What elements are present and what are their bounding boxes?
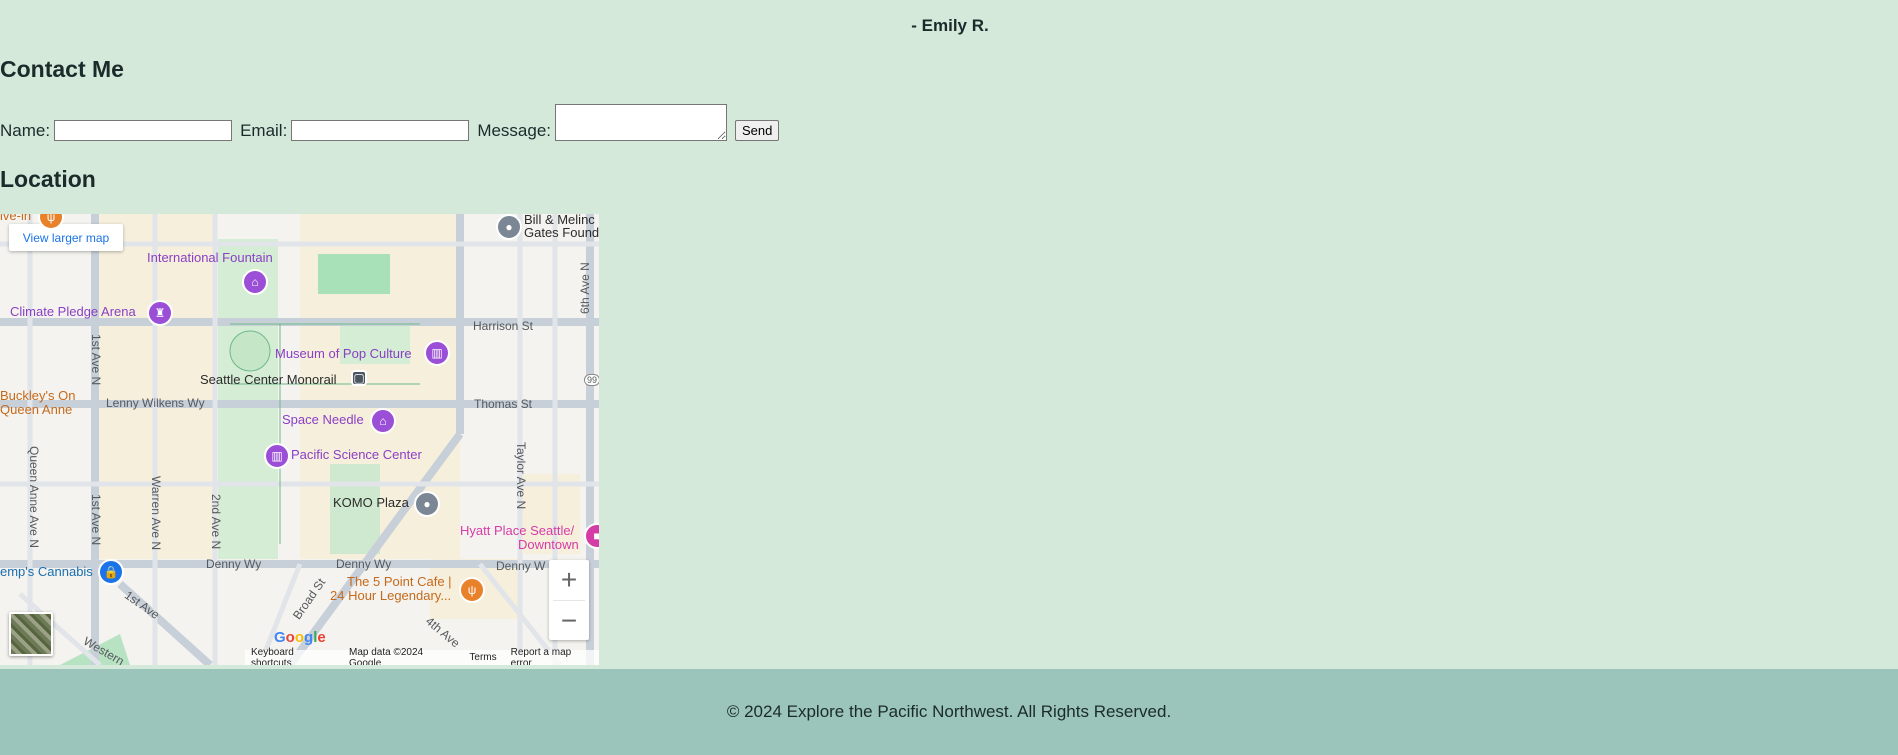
contact-heading: Contact Me — [0, 56, 124, 82]
label-kemps-cannabis: emp's Cannabis — [0, 564, 93, 579]
label-bill-gates-2: Gates Found — [524, 225, 599, 240]
report-map-error-link[interactable]: Report a map error — [511, 647, 593, 666]
label-queen-anne-ave-n: Queen Anne Ave N — [27, 446, 41, 548]
zoom-out-button[interactable]: − — [549, 601, 589, 641]
label-five-point-2: 24 Hour Legendary... — [330, 588, 452, 603]
label-route-99: 99 — [584, 374, 599, 386]
label-climate-pledge-arena: Climate Pledge Arena — [10, 304, 136, 319]
testimonial-author: - Emily R. — [911, 16, 989, 35]
pin-kemps-cannabis-icon[interactable]: 🔒 — [98, 559, 124, 585]
satellite-toggle-button[interactable] — [9, 612, 53, 656]
embedded-map[interactable]: View larger map ● ⌂ ♜ ▥ ▢ ⌂ ▥ ● ■ 🔒 ψ ψ … — [0, 214, 599, 665]
send-button[interactable]: Send — [735, 120, 780, 141]
label-harrison-st: Harrison St — [473, 319, 534, 333]
pin-space-needle-icon[interactable]: ⌂ — [370, 408, 396, 434]
label-buckleys-2: Queen Anne — [0, 402, 73, 417]
name-field[interactable] — [54, 120, 233, 141]
label-denny-wy-1: Denny Wy — [206, 557, 262, 571]
label-top-partial: ive-in — [0, 214, 32, 223]
email-label: Email: — [240, 121, 288, 140]
google-logo: Google — [274, 629, 326, 646]
label-thomas-st: Thomas St — [474, 397, 533, 411]
zoom-in-button[interactable]: + — [549, 560, 589, 600]
zoom-controls: + − — [549, 560, 589, 640]
location-heading: Location — [0, 166, 96, 192]
map-data-text: Map data ©2024 Google — [349, 646, 424, 666]
label-taylor-ave-n: Taylor Ave N — [514, 442, 528, 510]
label-museum-pop-culture: Museum of Pop Culture — [275, 346, 412, 361]
keyboard-shortcuts-link[interactable]: Keyboard shortcuts — [251, 647, 335, 666]
label-2nd-ave-n: 2nd Ave N — [209, 494, 223, 550]
message-field[interactable] — [555, 104, 728, 141]
contact-form: Name: Email: Message: Send — [0, 104, 780, 141]
pin-five-point-cafe-icon[interactable]: ψ — [459, 577, 485, 603]
pin-komo-plaza-icon[interactable]: ● — [414, 491, 440, 517]
label-1st-ave-n-bottom: 1st Ave N — [89, 494, 103, 546]
label-pacific-science-center: Pacific Science Center — [291, 447, 422, 462]
footer-copyright: © 2024 Explore the Pacific Northwest. Al… — [726, 702, 1172, 721]
label-denny-wy-3: Denny W — [496, 559, 546, 573]
label-five-point-1: The 5 Point Cafe | — [347, 574, 452, 589]
label-komo-plaza: KOMO Plaza — [333, 495, 409, 510]
email-field[interactable] — [291, 120, 470, 141]
pin-international-fountain-icon[interactable]: ⌂ — [242, 269, 268, 295]
label-hyatt-2: Downtown — [518, 537, 579, 552]
pin-bill-gates-icon[interactable]: ● — [496, 214, 522, 240]
label-international-fountain: International Fountain — [147, 250, 273, 265]
terms-link[interactable]: Terms — [469, 652, 496, 663]
view-larger-map-link[interactable]: View larger map — [9, 224, 123, 251]
message-label: Message: — [477, 121, 552, 140]
pin-museum-pop-culture-icon[interactable]: ▥ — [424, 340, 450, 366]
pin-pacific-science-center-icon[interactable]: ▥ — [264, 443, 290, 469]
map-attribution-bar: Keyboard shortcuts Map data ©2024 Google… — [245, 646, 599, 666]
label-buckleys-1: Buckley's On — [0, 388, 76, 403]
map-canvas — [0, 214, 599, 665]
label-seattle-center-monorail: Seattle Center Monorail — [200, 372, 337, 387]
pin-monorail-icon[interactable]: ▢ — [351, 370, 367, 386]
label-space-needle: Space Needle — [282, 412, 364, 427]
label-6th-ave-n: 6th Ave N — [578, 262, 592, 314]
label-hyatt-1: Hyatt Place Seattle/ — [460, 523, 575, 538]
label-denny-wy-2: Denny Wy — [336, 557, 392, 571]
label-lenny-wilkens: Lenny Wilkens Wy — [106, 396, 205, 410]
label-warren-ave-n: Warren Ave N — [149, 476, 163, 551]
page-footer: © 2024 Explore the Pacific Northwest. Al… — [0, 669, 1898, 755]
name-label: Name: — [0, 121, 51, 140]
pin-climate-pledge-arena-icon[interactable]: ♜ — [147, 300, 173, 326]
label-1st-ave-n-top: 1st Ave N — [89, 334, 103, 386]
